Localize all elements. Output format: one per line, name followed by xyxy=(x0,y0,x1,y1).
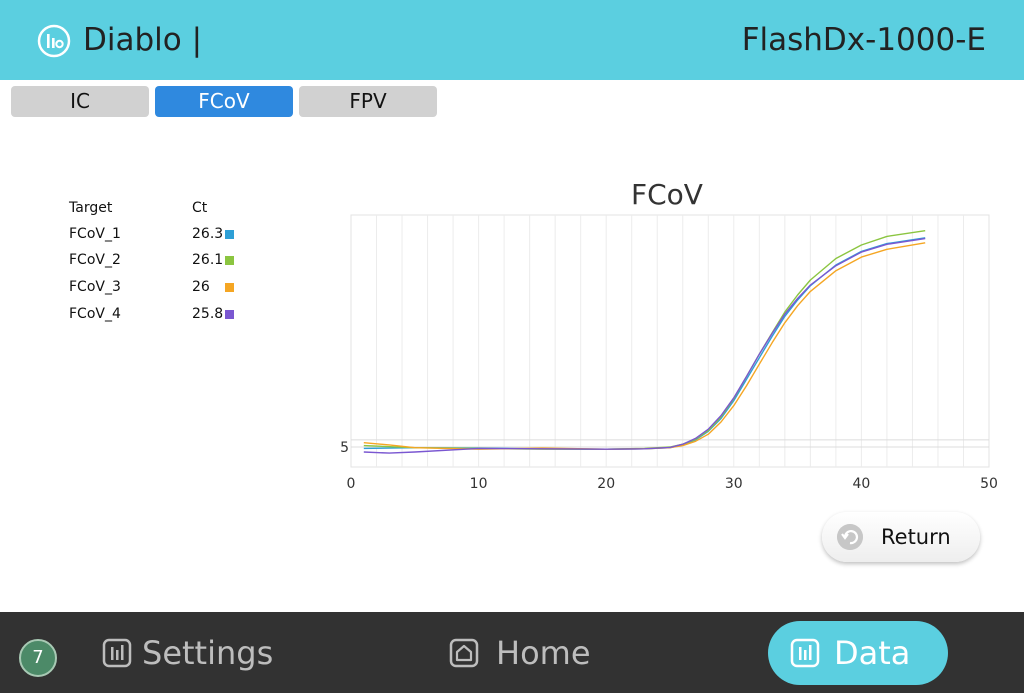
tab-ic[interactable]: IC xyxy=(11,86,149,117)
x-tick-label: 40 xyxy=(852,476,870,492)
x-tick-label: 50 xyxy=(980,476,998,492)
bottom-nav: 7 Settings Home Data xyxy=(0,612,1024,693)
series-color-swatch xyxy=(225,310,234,319)
x-tick-label: 0 xyxy=(347,476,356,492)
x-tick-label: 10 xyxy=(470,476,488,492)
notification-badge[interactable]: 7 xyxy=(19,639,57,677)
target-ct: 26 xyxy=(192,279,210,295)
return-arrow-icon xyxy=(837,524,863,550)
bar-chart-circle-icon xyxy=(37,24,71,58)
bar-chart-icon xyxy=(102,638,132,668)
nav-home-label: Home xyxy=(496,634,591,672)
tab-fpv[interactable]: FPV xyxy=(299,86,437,117)
nav-data[interactable]: Data xyxy=(768,621,948,685)
home-icon xyxy=(449,638,479,668)
return-button[interactable]: Return xyxy=(822,512,980,562)
bar-chart-icon xyxy=(790,638,820,668)
amplification-chart: 0 10 20 30 40 50 5 xyxy=(340,214,998,492)
nav-data-label: Data xyxy=(834,634,911,672)
nav-settings[interactable]: Settings xyxy=(102,630,274,676)
target-name: FCoV_4 xyxy=(69,306,121,322)
header-bar: Diablo | FlashDx-1000-E xyxy=(0,0,1024,80)
x-tick-label: 30 xyxy=(725,476,743,492)
return-button-label: Return xyxy=(881,525,951,549)
x-tick-label: 20 xyxy=(597,476,615,492)
tab-fcov[interactable]: FCoV xyxy=(155,86,293,117)
y-tick-label: 5 xyxy=(340,440,349,456)
target-ct: 25.8 xyxy=(192,306,224,322)
plot-area xyxy=(350,214,990,468)
series-color-swatch xyxy=(225,230,234,239)
target-ct: 26.1 xyxy=(192,252,224,268)
ct-column-header: Ct xyxy=(192,200,208,216)
series-color-swatch xyxy=(225,256,234,265)
target-ct: 26.3 xyxy=(192,226,224,242)
series-color-swatch xyxy=(225,283,234,292)
target-name: FCoV_3 xyxy=(69,279,121,295)
target-name: FCoV_1 xyxy=(69,226,121,242)
app-title: Diablo | xyxy=(83,22,203,58)
target-column-header: Target xyxy=(69,200,113,216)
target-name: FCoV_2 xyxy=(69,252,121,268)
device-name: FlashDx-1000-E xyxy=(741,22,986,58)
nav-home[interactable]: Home xyxy=(449,630,599,676)
nav-settings-label: Settings xyxy=(142,634,274,672)
